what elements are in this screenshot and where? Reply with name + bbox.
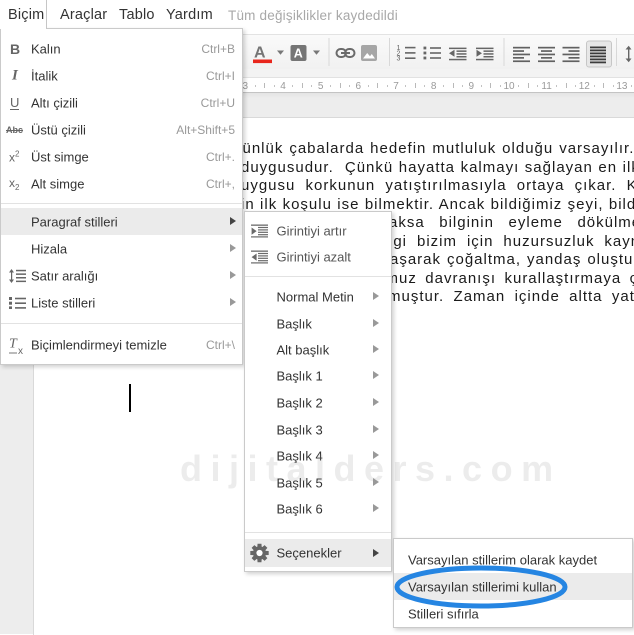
svg-text:3: 3	[397, 56, 401, 63]
svg-text:A: A	[254, 45, 266, 62]
svg-text:A: A	[294, 47, 303, 61]
